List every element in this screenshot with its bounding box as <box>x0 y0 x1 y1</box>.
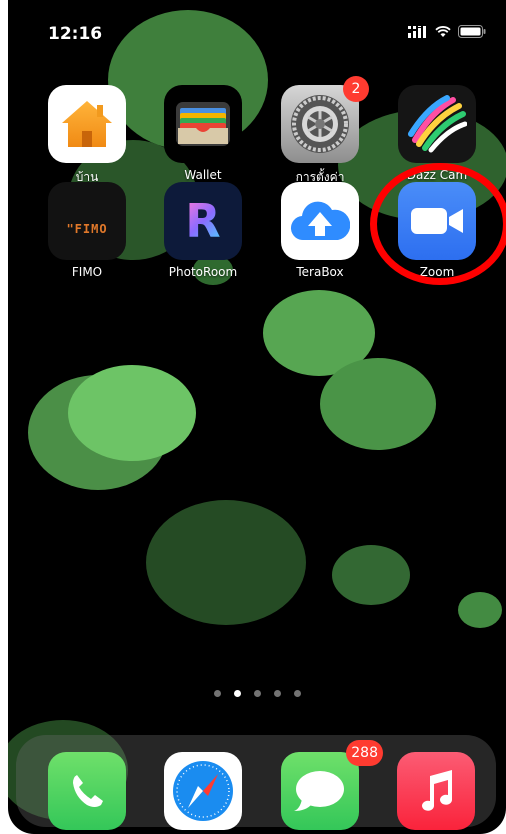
notification-badge: 2 <box>343 76 369 102</box>
wallpaper-bokeh <box>68 365 196 461</box>
settings-gear-icon: 2 <box>281 76 369 163</box>
dock: 288 <box>16 735 496 830</box>
wallpaper-bokeh <box>146 500 306 625</box>
messages-icon: 288 <box>281 740 383 830</box>
page-dot <box>293 690 301 697</box>
app-terabox[interactable]: TeraBox <box>270 182 370 279</box>
app-settings[interactable]: 2 การตั้งค่า <box>270 76 370 187</box>
app-wallet[interactable]: Wallet <box>153 85 253 182</box>
page-dot <box>273 690 281 697</box>
page-dot-active <box>233 690 241 697</box>
highlight-circle <box>370 163 506 285</box>
dock-app-music[interactable] <box>386 752 486 830</box>
cellular-signal-icon <box>408 25 426 38</box>
battery-icon <box>458 25 486 38</box>
dock-app-messages[interactable]: 288 <box>270 740 383 830</box>
home-screen: 12:16 บ้าน Wallet 2 การตั้งค่า Dazz Cam … <box>8 0 506 834</box>
app-home[interactable]: บ้าน <box>37 85 137 187</box>
wallpaper-bokeh <box>332 545 410 605</box>
app-label: Wallet <box>184 168 222 182</box>
status-bar: 12:16 <box>8 0 506 58</box>
page-indicator[interactable] <box>8 690 506 697</box>
status-icons <box>408 25 486 38</box>
safari-compass-icon <box>164 752 242 830</box>
home-icon <box>48 85 126 163</box>
photoroom-icon: R <box>164 182 242 260</box>
fimo-icon: "FIMO <box>48 182 126 260</box>
page-dot <box>213 690 221 697</box>
dock-app-safari[interactable] <box>153 752 253 830</box>
photoroom-letter: R <box>185 194 221 248</box>
app-photoroom[interactable]: R PhotoRoom <box>153 182 253 279</box>
dock-app-phone[interactable] <box>37 752 137 830</box>
app-label: FIMO <box>71 265 103 279</box>
music-note-icon <box>397 752 475 830</box>
wallpaper-bokeh <box>458 592 502 628</box>
fimo-icon-text: "FIMO <box>66 222 108 236</box>
terabox-cloud-icon <box>281 182 359 260</box>
wallet-icon <box>164 85 242 163</box>
phone-icon <box>48 752 126 830</box>
status-time: 12:16 <box>48 24 103 44</box>
dazz-cam-icon <box>398 85 476 163</box>
app-label: TeraBox <box>296 265 344 279</box>
app-fimo[interactable]: "FIMO FIMO <box>37 182 137 279</box>
wifi-icon <box>435 25 451 37</box>
app-label: PhotoRoom <box>168 265 238 279</box>
page-dot <box>253 690 261 697</box>
notification-badge: 288 <box>346 740 383 766</box>
wallpaper-bokeh <box>320 358 436 450</box>
